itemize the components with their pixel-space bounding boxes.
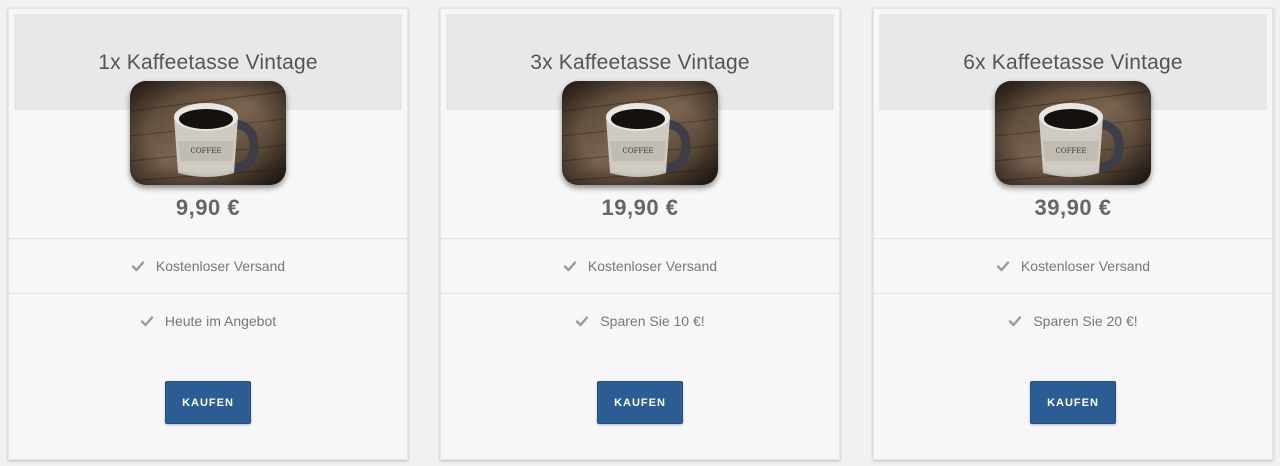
check-icon: [1009, 316, 1022, 327]
product-title: 3x Kaffeetasse Vintage: [530, 51, 750, 74]
feature-label: Sparen Sie 20 €!: [1033, 313, 1138, 329]
product-title: 6x Kaffeetasse Vintage: [963, 51, 1183, 74]
check-icon: [131, 261, 145, 272]
feature-item: Sparen Sie 20 €!: [874, 309, 1272, 333]
product-title: 1x Kaffeetasse Vintage: [98, 51, 318, 74]
check-icon: [140, 316, 154, 327]
feature-label: Kostenloser Versand: [587, 258, 718, 274]
buy-button[interactable]: KAUFEN: [165, 381, 251, 424]
divider: [441, 238, 839, 239]
feature-item: Kostenloser Versand: [9, 254, 407, 278]
feature-label: Kostenloser Versand: [155, 258, 286, 274]
pricing-card-1: 1x Kaffeetasse Vintage COFFEE: [8, 8, 408, 460]
feature-item: Sparen Sie 10 €!: [441, 309, 839, 333]
check-icon: [576, 316, 589, 327]
pricing-card-3: 6x Kaffeetasse Vintage COFFEE: [873, 8, 1273, 460]
check-icon: [996, 261, 1010, 272]
coffee-mug-image: COFFEE: [995, 81, 1151, 185]
buy-button[interactable]: KAUFEN: [1030, 381, 1116, 424]
divider: [874, 238, 1272, 239]
divider: [441, 293, 839, 294]
price-label: 39,90 €: [1034, 195, 1112, 220]
feature-item: Kostenloser Versand: [441, 254, 839, 278]
divider: [874, 293, 1272, 294]
coffee-mug-image: COFFEE: [562, 81, 718, 185]
coffee-mug-image: COFFEE: [130, 81, 286, 185]
pricing-card-2: 3x Kaffeetasse Vintage COFFEE: [440, 8, 840, 460]
feature-item: Kostenloser Versand: [874, 254, 1272, 278]
feature-item: Heute im Angebot: [9, 309, 407, 333]
divider: [9, 293, 407, 294]
price-label: 9,90 €: [175, 195, 241, 220]
buy-button[interactable]: KAUFEN: [597, 381, 683, 424]
feature-label: Kostenloser Versand: [1020, 258, 1151, 274]
feature-label: Heute im Angebot: [164, 313, 277, 329]
price-label: 19,90 €: [601, 195, 679, 220]
check-icon: [563, 261, 577, 272]
divider: [9, 238, 407, 239]
feature-label: Sparen Sie 10 €!: [600, 313, 705, 329]
